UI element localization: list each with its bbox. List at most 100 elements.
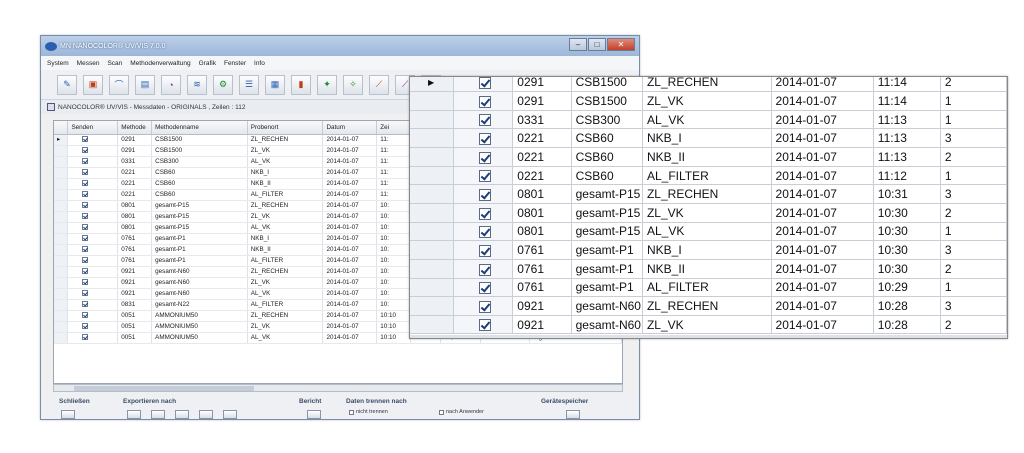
send-checkbox[interactable]	[82, 158, 89, 165]
export-button-3[interactable]	[175, 410, 189, 419]
csb-tool-icon[interactable]: ▤	[135, 74, 155, 95]
send-cell[interactable]	[67, 167, 119, 179]
chart-tool-3-icon[interactable]: ✧	[343, 74, 363, 95]
zoom-table-row[interactable]: 0801 gesamt-P15 AL_VK 2014-01-07 10:30 1	[410, 222, 1007, 242]
stat-tool-icon[interactable]: ⟋	[369, 74, 389, 95]
send-checkbox[interactable]	[82, 312, 89, 319]
zoom-table-row[interactable]: 0331 CSB300 AL_VK 2014-01-07 11:13 1	[410, 110, 1007, 130]
send-cell[interactable]	[67, 321, 119, 333]
send-cell[interactable]	[67, 222, 119, 234]
send-cell[interactable]	[67, 255, 119, 267]
send-checkbox[interactable]	[478, 95, 491, 108]
send-cell[interactable]	[453, 184, 514, 204]
row-indicator[interactable]: ▶	[410, 77, 455, 93]
measure-tool-icon[interactable]: ✎	[57, 74, 77, 95]
row-indicator[interactable]	[54, 200, 69, 212]
checkbox-by-user[interactable]	[439, 409, 444, 415]
row-indicator[interactable]	[54, 332, 69, 344]
send-checkbox[interactable]	[478, 77, 491, 89]
device-memory-button[interactable]	[566, 410, 580, 419]
zoom-table-row[interactable]: 0921 gesamt-N60 ZL_VK 2014-01-07 10:28 2	[410, 315, 1007, 335]
send-checkbox[interactable]	[82, 213, 89, 220]
close-button[interactable]: ✕	[607, 38, 635, 51]
send-checkbox[interactable]	[82, 224, 89, 231]
send-checkbox[interactable]	[478, 170, 491, 183]
export-button-2[interactable]	[151, 410, 165, 419]
row-indicator[interactable]	[54, 277, 69, 289]
send-checkbox[interactable]	[82, 136, 89, 143]
send-checkbox[interactable]	[478, 282, 491, 295]
option-by-user[interactable]: nach Anwender	[439, 409, 484, 415]
send-cell[interactable]	[453, 128, 514, 149]
zoom-table-row[interactable]: 0221 CSB60 NKB_II 2014-01-07 11:13 2	[410, 147, 1007, 167]
curve-tool-icon[interactable]: ⌒	[109, 74, 129, 95]
send-checkbox[interactable]	[478, 319, 491, 332]
send-cell[interactable]	[453, 315, 514, 335]
zoom-table-row[interactable]: 0221 CSB60 NKB_I 2014-01-07 11:13 3	[410, 128, 1007, 149]
send-cell[interactable]	[67, 310, 119, 322]
row-indicator[interactable]	[410, 128, 455, 149]
zoom-table-row[interactable]: 0761 gesamt-P1 NKB_I 2014-01-07 10:30 3	[410, 240, 1007, 260]
send-cell[interactable]	[67, 211, 119, 223]
send-cell[interactable]	[67, 299, 119, 311]
send-checkbox[interactable]	[82, 323, 89, 330]
send-checkbox[interactable]	[82, 147, 89, 154]
row-indicator[interactable]	[410, 203, 455, 223]
send-cell[interactable]	[453, 110, 514, 130]
send-cell[interactable]	[67, 200, 119, 212]
checkbox-not-split[interactable]	[349, 409, 354, 415]
row-indicator[interactable]	[410, 91, 455, 111]
chart-tool-icon[interactable]: ▮	[291, 74, 311, 95]
row-indicator[interactable]: ▸	[54, 134, 69, 146]
menu-fenster[interactable]: Fenster	[224, 60, 246, 67]
send-checkbox[interactable]	[82, 246, 89, 253]
col-zeit[interactable]: Zei	[376, 121, 412, 135]
table-tool-icon[interactable]: ▦	[265, 74, 285, 95]
send-checkbox[interactable]	[82, 169, 89, 176]
col-senden[interactable]: Senden	[67, 121, 119, 135]
row-indicator[interactable]	[410, 184, 455, 204]
scan-tool-icon[interactable]: ≋	[187, 74, 207, 95]
zoom-table-row[interactable]: 0761 gesamt-P1 NKB_II 2014-01-07 10:30 2	[410, 259, 1007, 279]
row-indicator[interactable]	[410, 110, 455, 130]
menu-system[interactable]: System	[47, 60, 69, 67]
send-cell[interactable]	[453, 296, 514, 316]
row-indicator[interactable]	[410, 222, 455, 242]
close-label[interactable]: Schließen	[59, 398, 90, 405]
cie-tool-icon[interactable]: ◔	[161, 74, 181, 95]
send-checkbox[interactable]	[82, 279, 89, 286]
send-checkbox[interactable]	[478, 207, 491, 220]
send-checkbox[interactable]	[478, 300, 491, 313]
col-methode[interactable]: Methode	[117, 121, 153, 135]
report-button[interactable]	[307, 410, 321, 419]
row-indicator[interactable]	[54, 167, 69, 179]
row-indicator[interactable]	[410, 278, 455, 298]
send-cell[interactable]	[67, 244, 119, 256]
row-indicator[interactable]	[410, 147, 455, 167]
row-indicator[interactable]	[54, 145, 69, 157]
send-checkbox[interactable]	[82, 301, 89, 308]
send-cell[interactable]	[453, 278, 514, 298]
send-checkbox[interactable]	[478, 244, 491, 257]
row-indicator[interactable]	[54, 211, 69, 223]
send-checkbox[interactable]	[478, 226, 491, 239]
send-cell[interactable]	[67, 266, 119, 278]
option-not-split[interactable]: nicht trennen	[349, 409, 388, 415]
row-indicator[interactable]	[54, 299, 69, 311]
row-indicator[interactable]	[54, 266, 69, 278]
menu-methodenverwaltung[interactable]: Methodenverwaltung	[130, 60, 190, 67]
list-tool-icon[interactable]: ☰	[239, 74, 259, 95]
zoom-table-row[interactable]: 0221 CSB60 AL_FILTER 2014-01-07 11:12 1	[410, 166, 1007, 186]
zoom-table-row[interactable]: ▶ 0291 CSB1500 ZL_RECHEN 2014-01-07 11:14 2	[410, 77, 1007, 93]
row-indicator[interactable]	[54, 189, 69, 201]
send-cell[interactable]	[453, 222, 514, 242]
row-indicator[interactable]	[410, 259, 455, 279]
send-cell[interactable]	[67, 332, 119, 344]
row-indicator[interactable]	[54, 233, 69, 245]
zoom-table-row[interactable]: 0921 gesamt-N60 ZL_RECHEN 2014-01-07 10:28 3	[410, 296, 1007, 316]
row-indicator[interactable]	[410, 240, 455, 260]
row-indicator[interactable]	[54, 310, 69, 322]
send-checkbox[interactable]	[478, 151, 491, 164]
minimize-button[interactable]: –	[569, 38, 587, 51]
row-indicator[interactable]	[410, 315, 455, 335]
